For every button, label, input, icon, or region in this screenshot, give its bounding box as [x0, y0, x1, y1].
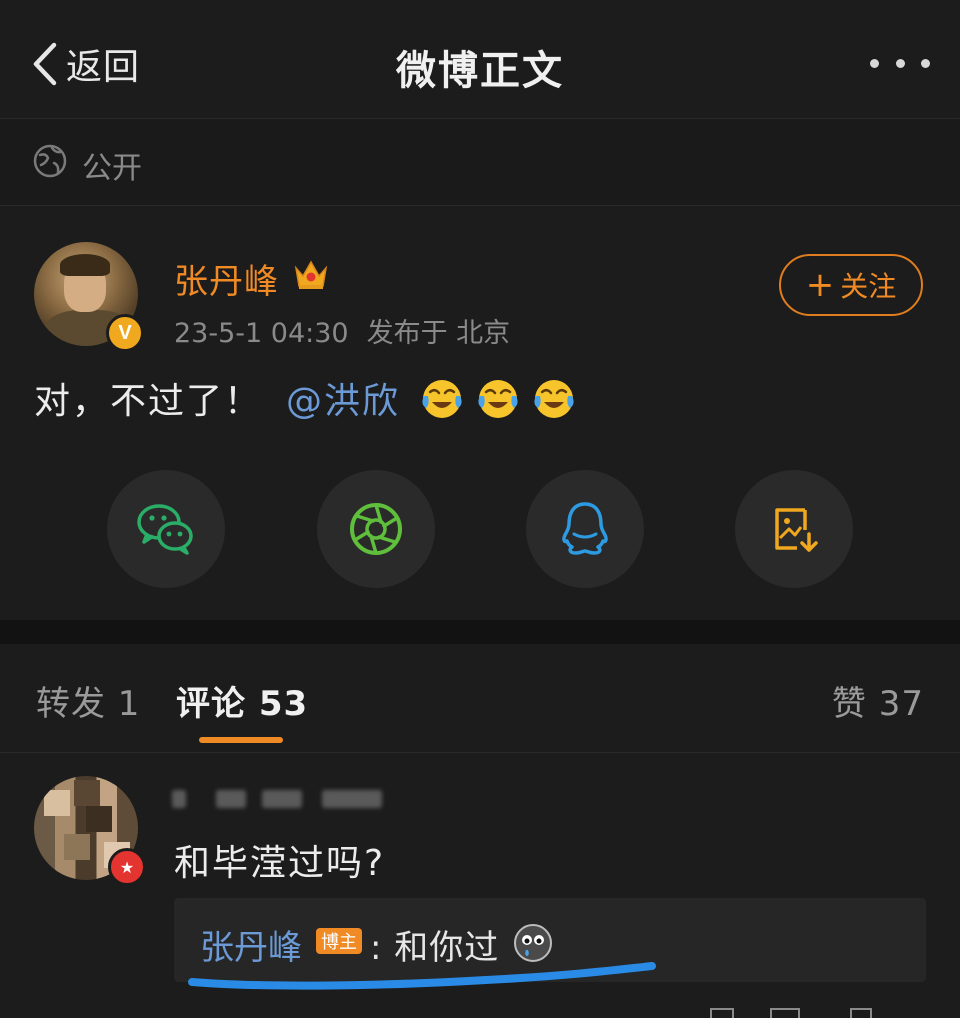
redaction-mark	[216, 790, 246, 808]
redaction-mark	[262, 790, 302, 808]
globe-icon	[33, 144, 67, 178]
tab-likes[interactable]: 赞 37	[832, 676, 924, 725]
pixelated-block	[86, 806, 112, 832]
share-wechat-button[interactable]	[107, 470, 225, 588]
crying-laughing-emoji-icon	[422, 380, 462, 418]
dot-icon	[895, 58, 905, 68]
like-icon	[850, 1008, 872, 1018]
follow-label: 关注	[840, 270, 897, 303]
post-date: 23-5-1 04:30	[174, 318, 349, 349]
commenter-badge-icon: ★	[108, 848, 146, 886]
share-moments-button[interactable]	[317, 470, 435, 588]
tab-comments[interactable]: 评论 53	[176, 676, 308, 725]
comment-text: 和毕滢过吗?	[174, 843, 386, 884]
plus-icon: +	[805, 265, 835, 305]
visibility-label: 公开	[82, 151, 142, 186]
pixelated-block	[64, 834, 90, 860]
weibo-post-page: 返回 微博正文 公开 V 张丹峰 23-5-1 04:30 发布于 北京 + 关注…	[0, 0, 960, 1018]
comment-actions-cut-off	[700, 1004, 940, 1018]
wechat-icon	[137, 504, 193, 555]
post-meta: 23-5-1 04:30 发布于 北京	[174, 311, 528, 350]
active-tab-indicator	[199, 737, 283, 743]
share-icon	[710, 1008, 734, 1018]
dot-icon	[921, 58, 930, 68]
share-qq-button[interactable]	[526, 470, 644, 588]
qq-icon	[562, 502, 608, 555]
op-badge: 博主	[316, 928, 362, 954]
redaction-mark	[322, 790, 382, 808]
crying-laughing-emoji-icon	[534, 380, 574, 418]
crying-laughing-emoji-icon	[478, 380, 518, 418]
author-name[interactable]: 张丹峰	[174, 254, 279, 303]
follow-button[interactable]: + 关注	[779, 254, 923, 316]
save-image-icon	[775, 508, 818, 552]
tab-reposts[interactable]: 转发 1	[36, 676, 140, 725]
verified-badge: V	[106, 314, 144, 352]
mention-link[interactable]: @洪欣	[286, 372, 400, 424]
post-text: 对，不过了！	[34, 381, 263, 422]
post-location: 发布于 北京	[366, 318, 511, 349]
crown-icon	[294, 260, 328, 289]
interaction-tabs	[0, 644, 960, 753]
pixelated-block	[44, 790, 70, 816]
page-title: 微博正文	[396, 48, 564, 94]
visibility-row	[0, 119, 960, 206]
dot-icon	[870, 58, 879, 68]
highlight-underline	[188, 962, 656, 990]
avatar-hair	[60, 254, 110, 276]
redaction-mark	[172, 790, 186, 808]
reply-icon	[770, 1008, 800, 1018]
commenter-name-redacted	[172, 782, 386, 814]
share-row	[0, 470, 960, 590]
moments-icon	[350, 503, 402, 555]
more-options-button[interactable]	[870, 50, 930, 76]
save-image-button[interactable]	[735, 470, 853, 588]
post-body: 对，不过了！ @洪欣	[34, 372, 578, 424]
section-divider	[0, 620, 960, 644]
pixelated-block	[74, 780, 100, 806]
